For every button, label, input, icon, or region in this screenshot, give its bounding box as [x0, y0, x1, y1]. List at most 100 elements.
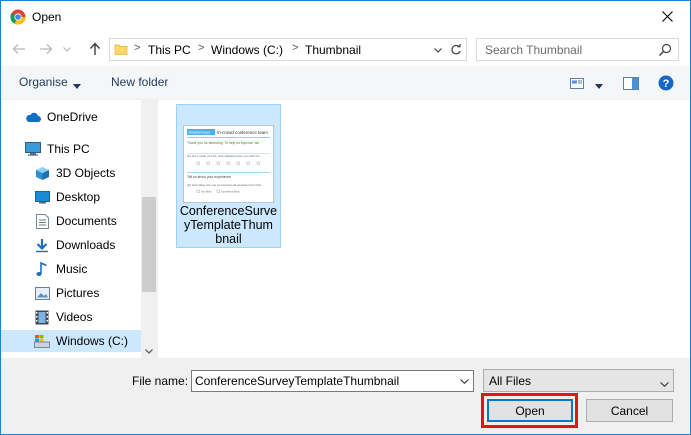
preview-pane-icon	[623, 76, 639, 90]
cube-icon	[34, 165, 50, 181]
up-button[interactable]	[86, 40, 104, 58]
close-button[interactable]	[644, 1, 690, 32]
breadcrumb-separator: >	[292, 42, 299, 54]
sidebar-item-downloads[interactable]: Downloads	[1, 234, 141, 256]
sidebar-item-label: This PC	[47, 142, 90, 156]
organise-caret[interactable]	[73, 78, 81, 92]
sidebar-item-desktop[interactable]: Desktop	[1, 186, 141, 208]
chevron-down-icon	[434, 47, 442, 53]
close-icon	[661, 11, 673, 22]
file-name-line: bnail	[215, 232, 242, 246]
help-button[interactable]: ?	[657, 74, 675, 92]
preview-pane-button[interactable]	[622, 74, 640, 92]
file-name-input[interactable]	[192, 371, 454, 391]
file-list[interactable]: SnapSurveys In-crowd conference team Tha…	[159, 100, 690, 358]
breadcrumb-thumbnail[interactable]: Thumbnail	[305, 43, 361, 57]
sidebar-item-label: OneDrive	[47, 110, 98, 124]
scroll-down-button[interactable]	[141, 344, 157, 358]
breadcrumb-this-pc[interactable]: This PC	[148, 43, 191, 57]
breadcrumb-windows-c[interactable]: Windows (C:)	[211, 43, 283, 57]
up-arrow-icon	[89, 42, 101, 55]
sidebar-item-label: Windows (C:)	[56, 334, 129, 348]
sidebar-item-3d-objects[interactable]: 3D Objects	[1, 162, 141, 184]
sidebar-item-label: Music	[56, 262, 88, 276]
thumb-opt1: Not likely	[201, 190, 212, 194]
computer-icon	[25, 141, 41, 157]
picture-icon	[34, 285, 50, 301]
search-icon[interactable]	[658, 43, 672, 57]
sidebar-item-documents[interactable]: Documents	[1, 210, 141, 232]
sidebar-scrollbar[interactable]	[141, 100, 157, 358]
recent-locations-button[interactable]	[61, 40, 73, 58]
file-type-select[interactable]: All Files	[483, 369, 674, 392]
window-title: Open	[32, 10, 62, 24]
search-input[interactable]	[477, 39, 652, 60]
sidebar-item-label: 3D Objects	[56, 166, 116, 180]
sidebar-item-windows-c[interactable]: Windows (C:)	[1, 330, 141, 352]
file-name-combobox[interactable]	[191, 370, 474, 392]
cancel-button[interactable]: Cancel	[586, 399, 673, 422]
film-icon	[34, 309, 50, 325]
desktop-icon	[34, 189, 50, 205]
chrome-icon	[10, 9, 26, 25]
caret-down-icon	[73, 84, 81, 89]
sidebar-item-music[interactable]: Music	[1, 258, 141, 280]
sidebar-item-label: Pictures	[56, 286, 100, 300]
breadcrumb-separator: >	[134, 42, 141, 54]
file-name-line: ConferenceSurve	[179, 204, 278, 218]
sidebar-item-label: Downloads	[56, 238, 116, 252]
caret-down-icon	[595, 84, 603, 89]
cloud-icon	[25, 109, 41, 125]
folder-icon	[114, 42, 128, 56]
new-folder-button[interactable]: New folder	[111, 75, 168, 89]
file-name-label: ConferenceSurve yTemplateThum bnail	[178, 204, 279, 246]
search-box[interactable]	[476, 38, 679, 61]
file-name-line: yTemplateThum	[184, 218, 273, 232]
dialog-footer: File name: All Files Open Cancel	[1, 358, 690, 434]
back-button[interactable]	[10, 40, 28, 58]
thumb-brand: SnapSurveys	[189, 131, 211, 135]
refresh-button[interactable]	[447, 41, 464, 58]
change-view-button[interactable]	[568, 74, 586, 92]
title-bar: Open	[1, 1, 690, 32]
organise-button[interactable]: Organise	[19, 75, 68, 89]
music-note-icon	[34, 261, 50, 277]
chevron-down-icon	[63, 46, 71, 52]
file-name-label-text: File name:	[132, 374, 189, 388]
thumb-q1: Q1 On a scale of 0-10, how satisfied wer…	[187, 154, 260, 158]
address-bar[interactable]: > This PC > Windows (C:) > Thumbnail	[109, 38, 467, 61]
refresh-icon	[451, 43, 461, 54]
navigation-bar: > This PC > Windows (C:) > Thumbnail	[1, 32, 690, 66]
document-icon	[34, 213, 50, 229]
chevron-down-icon	[660, 382, 669, 387]
thumb-section: Tell us about your experience	[187, 175, 231, 179]
file-type-value: All Files	[489, 374, 532, 388]
sidebar-item-this-pc[interactable]: This PC	[1, 138, 141, 160]
file-item[interactable]: SnapSurveys In-crowd conference team Tha…	[176, 104, 281, 248]
thumb-intro: Thank you for attending. To help us impr…	[187, 141, 259, 145]
download-arrow-icon	[34, 237, 50, 253]
svg-text:?: ?	[663, 78, 670, 90]
view-options-caret[interactable]	[595, 78, 603, 92]
sidebar-item-onedrive[interactable]: OneDrive	[1, 106, 141, 128]
sidebar-item-label: Documents	[56, 214, 117, 228]
file-thumbnail: SnapSurveys In-crowd conference team Tha…	[183, 125, 274, 203]
file-name-dropdown-button[interactable]	[457, 375, 471, 387]
chevron-down-icon	[145, 348, 153, 354]
open-button[interactable]: Open	[487, 399, 573, 422]
breadcrumb-separator: >	[198, 42, 205, 54]
file-type-dropdown-button[interactable]	[660, 376, 669, 390]
thumb-q2: Q2 How likely are you to recommend sessi…	[187, 183, 262, 187]
drive-icon	[34, 333, 50, 349]
help-icon: ?	[658, 75, 674, 91]
forward-arrow-icon	[40, 44, 53, 54]
sidebar-item-label: Videos	[56, 310, 93, 324]
sidebar-item-videos[interactable]: Videos	[1, 306, 141, 328]
thumb-opt2: Somewhat likely	[221, 190, 240, 194]
address-history-button[interactable]	[431, 43, 445, 57]
sidebar-item-pictures[interactable]: Pictures	[1, 282, 141, 304]
back-arrow-icon	[12, 44, 25, 54]
scrollbar-thumb[interactable]	[142, 197, 156, 292]
chevron-down-icon	[459, 378, 469, 384]
forward-button[interactable]	[37, 40, 55, 58]
